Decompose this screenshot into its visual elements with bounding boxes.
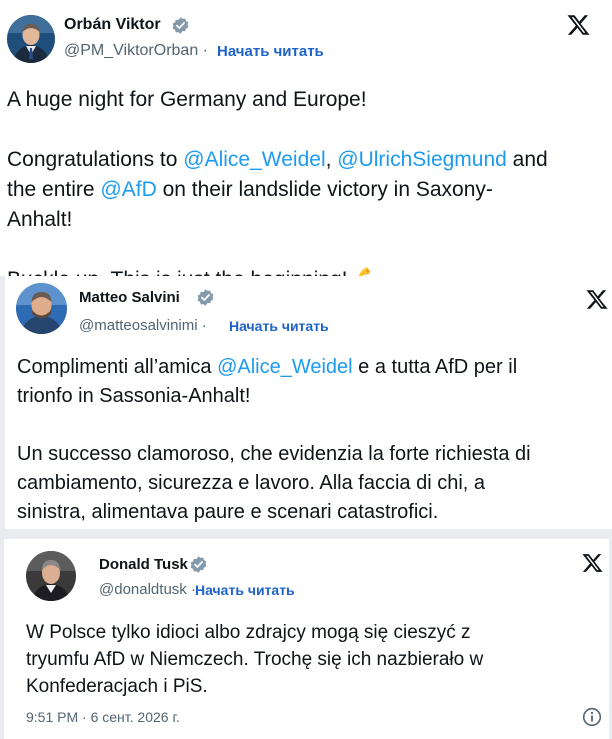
text-line: W Polsce tylko idioci albo zdrajcy mogą … <box>26 622 471 643</box>
text-line: trionfo in Sassonia-Anhalt! <box>17 385 251 407</box>
mention-link[interactable]: @Alice_Weidel <box>183 148 325 171</box>
text-line <box>17 411 531 440</box>
text-line: the entire @AfD on their landslide victo… <box>7 178 493 201</box>
follow-button[interactable]: Начать читать <box>217 43 324 60</box>
verified-badge-icon <box>196 288 215 312</box>
text-line: Congratulations to @Alice_Weidel, @Ulric… <box>7 148 548 171</box>
text-line: cambiamento, sicurezza e lavoro. Alla fa… <box>17 472 485 494</box>
text-line: Un successo clamoroso, che evidenzia la … <box>17 443 531 465</box>
x-logo-icon[interactable] <box>581 552 604 579</box>
display-name[interactable]: Orbán Viktor <box>64 16 161 34</box>
x-logo-icon[interactable] <box>585 288 609 316</box>
user-handle[interactable]: @matteosalvinimi · <box>79 317 207 334</box>
tweet-text: Complimenti all’amica @Alice_Weidel e a … <box>17 353 531 527</box>
mention-link[interactable]: @UlrichSiegmund <box>337 148 507 171</box>
avatar[interactable] <box>16 283 67 334</box>
text-line: Anhalt! <box>7 208 73 231</box>
display-name[interactable]: Matteo Salvini <box>79 289 180 306</box>
verified-badge-icon <box>171 16 190 40</box>
text-line: tryumfu AfD w Niemczech. Trochę się ich … <box>26 649 484 670</box>
text-line: Complimenti all’amica @Alice_Weidel e a … <box>17 356 518 378</box>
x-logo-icon[interactable] <box>566 13 591 42</box>
avatar[interactable] <box>26 551 76 601</box>
text-line <box>7 115 548 145</box>
mention-link[interactable]: @AfD <box>100 178 156 201</box>
tweet-card-tusk: Donald Tusk @donaldtusk · Начать читать … <box>0 529 612 739</box>
tweet-text: W Polsce tylko idioci albo zdrajcy mogą … <box>26 619 483 700</box>
tweet-card-salvini: Matteo Salvini @matteosalvinimi · Начать… <box>5 276 612 529</box>
verified-badge-icon <box>189 555 208 579</box>
tweet-panel: Donald Tusk @donaldtusk · Начать читать … <box>4 539 609 739</box>
follow-button[interactable]: Начать читать <box>195 582 295 598</box>
display-name[interactable]: Donald Tusk <box>99 556 188 573</box>
mention-link[interactable]: @Alice_Weidel <box>217 356 353 378</box>
tweet-timestamp[interactable]: 9:51 PM · 6 сент. 2026 г. <box>26 709 180 725</box>
tweet-card-orban: Orbán Viktor @PM_ViktorOrban · Начать чи… <box>0 0 612 291</box>
text-line: Konfederacjach i PiS. <box>26 676 208 697</box>
text-line: A huge night for Germany and Europe! <box>7 88 367 111</box>
info-icon[interactable] <box>582 707 602 732</box>
avatar[interactable] <box>7 15 55 63</box>
text-line <box>7 235 548 265</box>
user-handle[interactable]: @PM_ViktorOrban · <box>64 42 208 60</box>
user-handle[interactable]: @donaldtusk · <box>99 581 196 598</box>
follow-button[interactable]: Начать читать <box>229 318 329 334</box>
tweet-text: A huge night for Germany and Europe! Con… <box>7 85 548 295</box>
text-line: sinistra, alimentava paure e scenari cat… <box>17 501 439 523</box>
